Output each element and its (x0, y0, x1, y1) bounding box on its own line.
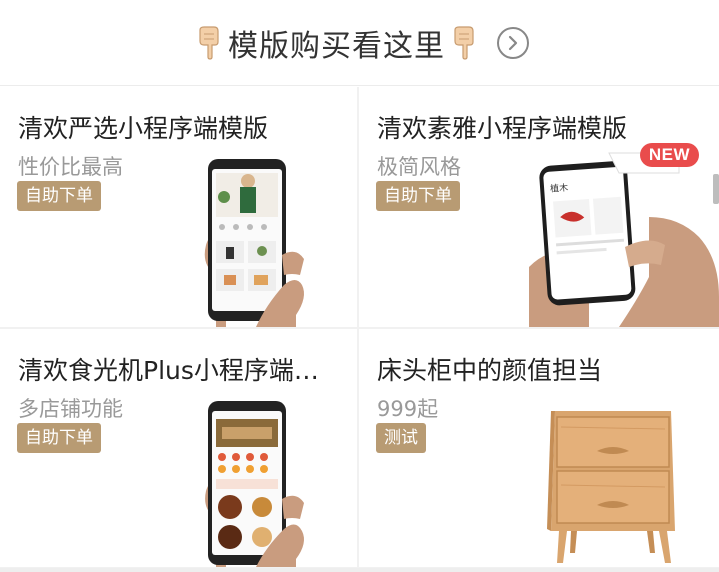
product-tag[interactable]: 测试 (376, 423, 426, 453)
product-name: 清欢食光机Plus小程序端… (18, 356, 319, 385)
product-name: 床头柜中的颜值担当 (377, 356, 603, 385)
product-desc: 性价比最高 (18, 155, 123, 179)
product-tag[interactable]: 自助下单 (17, 423, 101, 453)
view-more-button[interactable] (497, 26, 529, 59)
section-header: 模版购买看这里 (0, 0, 719, 86)
wooden-nightstand-image (547, 411, 675, 563)
phone-in-hand-image: 植木 (529, 152, 719, 327)
product-name: 清欢素雅小程序端模版 (377, 114, 628, 143)
scrollbar-thumb[interactable] (713, 174, 719, 204)
product-name: 清欢严选小程序端模版 (18, 114, 269, 143)
product-card[interactable]: 清欢严选小程序端模版 性价比最高 自助下单 (0, 87, 357, 327)
product-desc: 999起 (377, 397, 439, 421)
new-badge: NEW (639, 143, 699, 167)
phone-in-hand-image (205, 401, 304, 567)
product-card[interactable]: 清欢食光机Plus小程序端… 多店铺功能 自助下单 (0, 329, 357, 567)
product-tag[interactable]: 自助下单 (376, 181, 460, 211)
product-tag[interactable]: 自助下单 (17, 181, 101, 211)
product-desc: 极简风格 (377, 155, 461, 179)
product-grid: 清欢严选小程序端模版 性价比最高 自助下单 清欢素雅小程序端模版 极简风格 自助… (0, 87, 719, 572)
pointing-down-hand-icon (454, 25, 474, 60)
pointing-down-hand-icon (199, 25, 219, 60)
product-desc: 多店铺功能 (18, 397, 123, 421)
product-card[interactable]: 床头柜中的颜值担当 999起 测试 (359, 329, 719, 567)
chevron-right-icon (508, 35, 518, 50)
phone-in-hand-image (204, 159, 304, 327)
bottom-divider (0, 568, 719, 572)
header-title: 模版购买看这里 (228, 28, 445, 64)
product-card[interactable]: 清欢素雅小程序端模版 极简风格 自助下单 植木 NEW (359, 87, 719, 327)
